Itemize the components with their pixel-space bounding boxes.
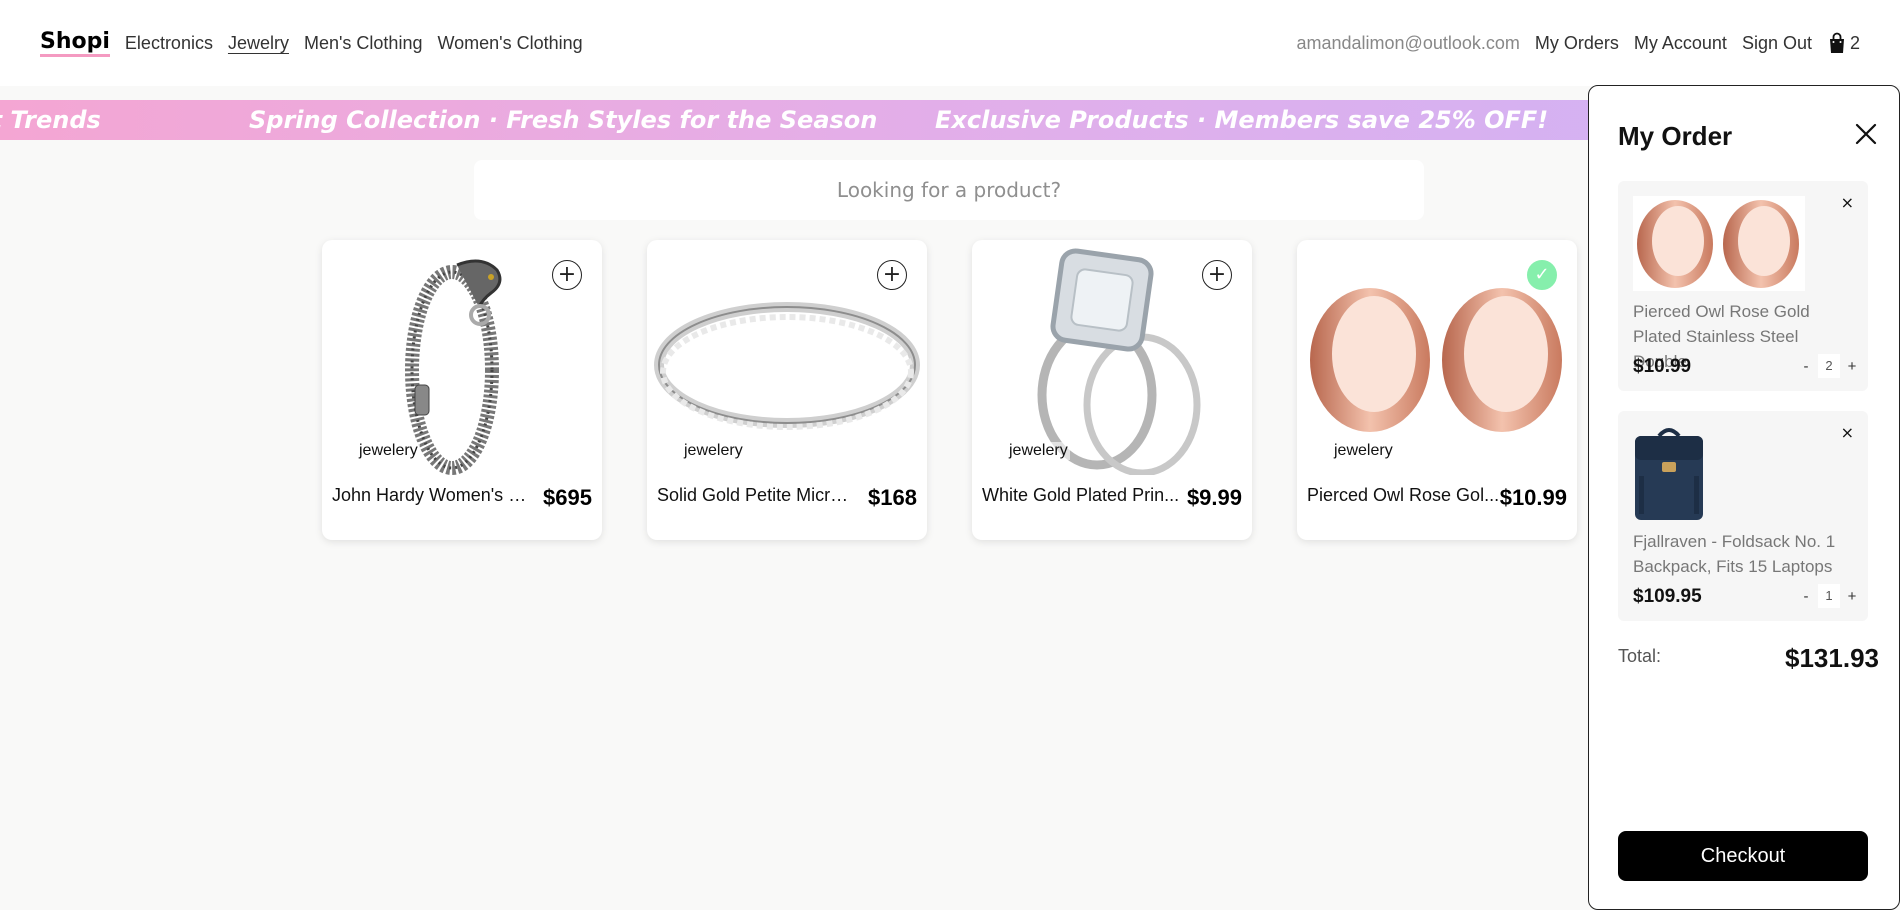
top-navbar: Shopi Electronics Jewelry Men's Clothing… <box>0 0 1900 86</box>
banner-text: Spring Collection · Fresh Styles for the… <box>249 106 878 134</box>
order-item: × Pierced Owl Rose Gold Plated Stainless… <box>1618 181 1868 391</box>
increase-quantity-button[interactable]: + <box>1846 588 1858 605</box>
increase-quantity-button[interactable]: + <box>1846 358 1858 375</box>
add-to-cart-button[interactable]: + <box>552 260 582 290</box>
product-name: John Hardy Women's Le... <box>332 485 532 505</box>
product-card[interactable]: ✓ jewelery Pierced Owl Rose Gol... $10.9… <box>1297 240 1577 540</box>
add-to-cart-button[interactable]: + <box>877 260 907 290</box>
panel-title: My Order <box>1618 121 1733 151</box>
checkout-button[interactable]: Checkout <box>1618 831 1868 881</box>
product-name: White Gold Plated Prin... <box>982 485 1180 505</box>
product-card[interactable]: + jewelery Solid Gold Petite Microp... $… <box>647 240 927 540</box>
product-category: jewelery <box>357 442 420 460</box>
product-category: jewelery <box>682 442 745 460</box>
order-item-image <box>1633 426 1805 521</box>
remove-item-button[interactable]: × <box>1841 423 1854 442</box>
decrease-quantity-button[interactable]: - <box>1800 358 1812 375</box>
cart-count: 2 <box>1849 32 1860 53</box>
add-to-cart-button[interactable]: + <box>1202 260 1232 290</box>
order-item: × Fjallraven - Foldsack No. 1 Backpack, … <box>1618 411 1868 621</box>
shopi-logo[interactable]: Shopi <box>40 29 110 57</box>
product-card[interactable]: + jewelery John Hardy Women's Le... $695 <box>322 240 602 540</box>
product-card[interactable]: + jewelery White Gold Plated Prin... $9.… <box>972 240 1252 540</box>
decrease-quantity-button[interactable]: - <box>1800 588 1812 605</box>
quantity-stepper: - 2 + <box>1800 354 1858 378</box>
my-orders-link[interactable]: My Orders <box>1535 33 1619 54</box>
order-item-name: Fjallraven - Foldsack No. 1 Backpack, Fi… <box>1633 532 1836 576</box>
product-category: jewelery <box>1332 442 1395 460</box>
product-name: Pierced Owl Rose Gol... <box>1307 485 1500 505</box>
product-name: Solid Gold Petite Microp... <box>657 485 857 505</box>
total-value: $131.93 <box>1785 643 1879 673</box>
nav-right: amandalimon@outlook.com My Orders My Acc… <box>1296 32 1860 54</box>
nav-electronics[interactable]: Electronics <box>125 33 213 54</box>
user-email: amandalimon@outlook.com <box>1296 32 1520 53</box>
order-item-price: $10.99 <box>1633 356 1692 377</box>
quantity-stepper: - 1 + <box>1800 584 1858 608</box>
nav-jewelry[interactable]: Jewelry <box>228 33 289 54</box>
product-price: $9.99 <box>1186 485 1242 510</box>
my-account-link[interactable]: My Account <box>1634 33 1727 54</box>
product-price: $10.99 <box>1499 485 1567 510</box>
nav-left: Shopi Electronics Jewelry Men's Clothing… <box>40 29 583 57</box>
my-order-panel: My Order × Pierced Owl Rose Gold Plated … <box>1588 85 1900 910</box>
order-item-price: $109.95 <box>1633 586 1702 607</box>
product-price: $695 <box>543 485 592 510</box>
banner-text: Exclusive Products · Members save 25% OF… <box>935 106 1549 134</box>
shopping-bag-icon <box>1829 32 1844 53</box>
close-icon[interactable] <box>1854 122 1878 146</box>
nav-mens-clothing[interactable]: Men's Clothing <box>304 33 423 54</box>
product-category: jewelery <box>1007 442 1070 460</box>
sign-out-link[interactable]: Sign Out <box>1742 33 1812 54</box>
total-label: Total: <box>1618 646 1662 666</box>
nav-womens-clothing[interactable]: Women's Clothing <box>437 33 582 54</box>
cart-button[interactable]: 2 <box>1827 32 1860 54</box>
remove-item-button[interactable]: × <box>1841 193 1854 212</box>
product-price: $168 <box>868 485 917 510</box>
order-item-image <box>1633 196 1805 291</box>
added-check-button[interactable]: ✓ <box>1527 260 1557 290</box>
quantity-value: 2 <box>1818 354 1840 378</box>
banner-text: est Trends <box>0 106 101 134</box>
quantity-value: 1 <box>1818 584 1840 608</box>
product-search-input[interactable] <box>474 160 1424 220</box>
